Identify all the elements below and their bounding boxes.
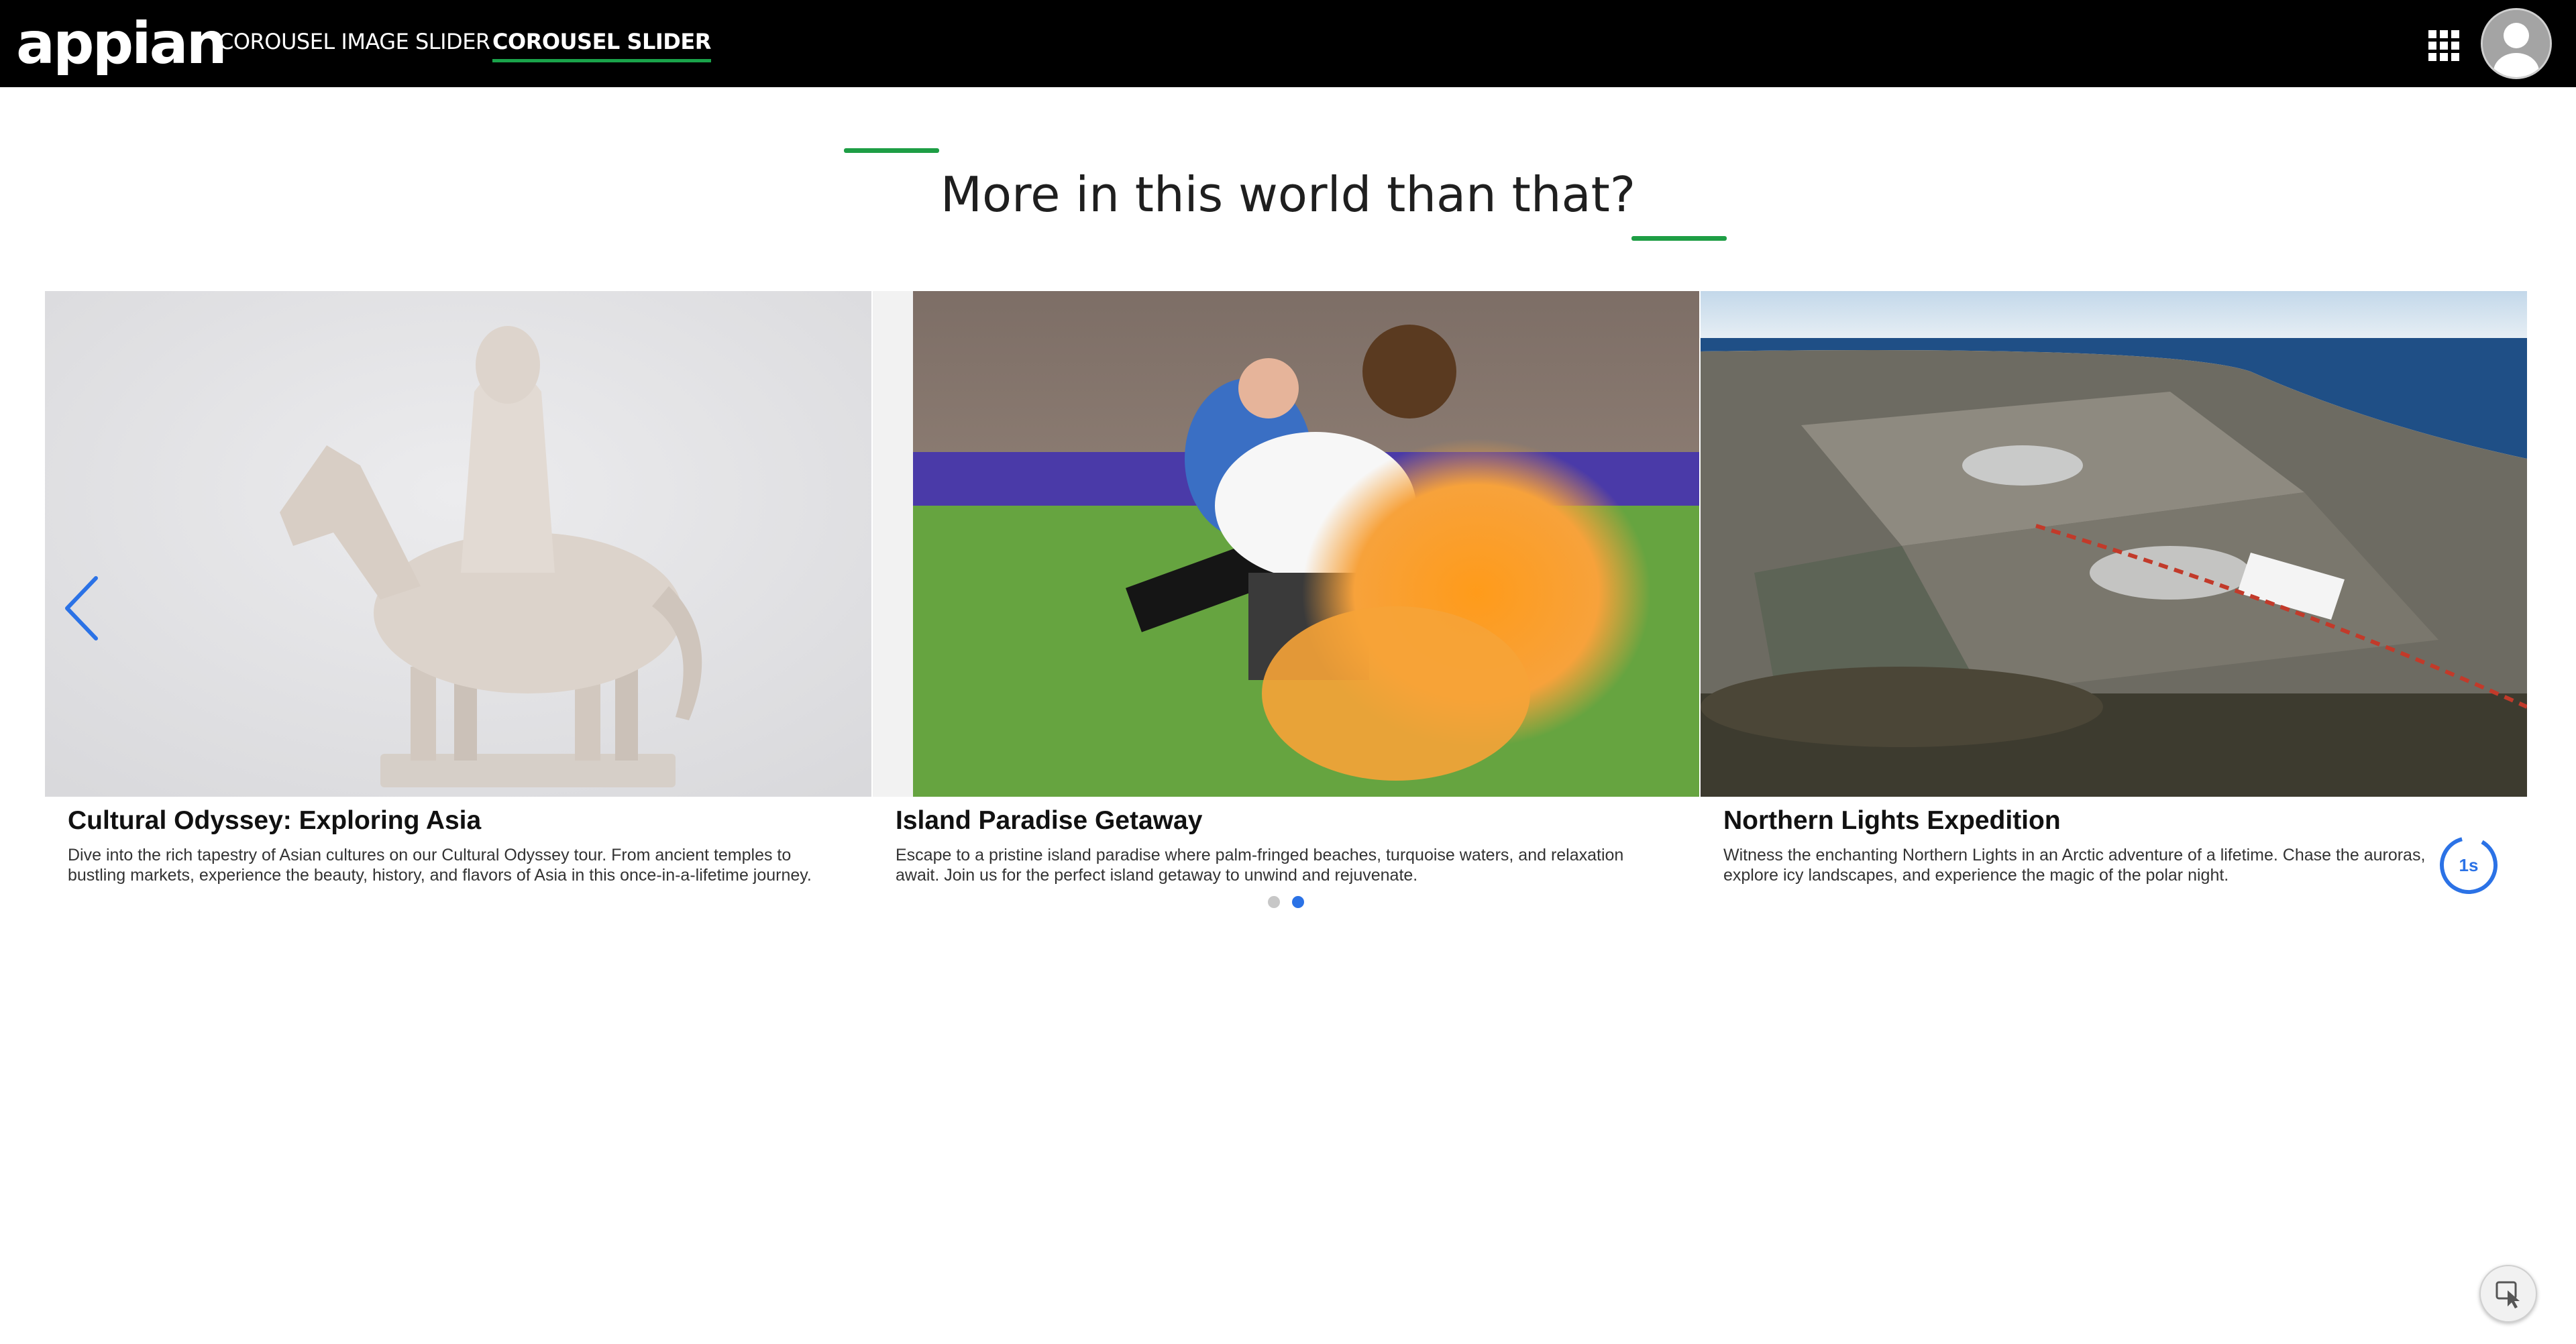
top-navigation-bar: appian COROUSEL IMAGE SLIDER COROUSEL SL… (0, 0, 2576, 87)
grid-apps-icon[interactable] (2428, 30, 2459, 61)
page-title: More in this world than that? (940, 166, 1636, 223)
pagination-dot[interactable] (1268, 896, 1280, 908)
tab-corousel-slider[interactable]: COROUSEL SLIDER (492, 0, 711, 87)
slide-description: Escape to a pristine island paradise whe… (896, 846, 1624, 885)
chevron-left-icon[interactable] (59, 571, 106, 645)
slide-image-figurine (45, 291, 871, 797)
title-accent-line-top (844, 148, 939, 153)
slide-title: Island Paradise Getaway (896, 806, 1203, 835)
slide-image-cricket-field (873, 291, 1699, 797)
autoplay-timer[interactable]: 1s (2438, 834, 2500, 896)
carousel-slide[interactable]: Island Paradise Getaway Escape to a pris… (873, 291, 1699, 885)
appian-logo[interactable]: appian (16, 7, 227, 80)
cursor-select-icon[interactable] (2479, 1265, 2537, 1323)
carousel-slide[interactable]: Northern Lights Expedition Witness the e… (1701, 291, 2527, 885)
slide-image-aerial-site (1701, 291, 2527, 797)
slide-description: Witness the enchanting Northern Lights i… (1723, 846, 2426, 885)
slide-title: Northern Lights Expedition (1723, 806, 2061, 835)
carousel-slide[interactable]: Cultural Odyssey: Exploring Asia Dive in… (45, 291, 871, 885)
tab-corousel-image-slider[interactable]: COROUSEL IMAGE SLIDER (219, 0, 490, 87)
user-avatar-icon[interactable] (2481, 8, 2552, 79)
slide-description: Dive into the rich tapestry of Asian cul… (68, 846, 812, 885)
slide-title: Cultural Odyssey: Exploring Asia (68, 806, 482, 835)
title-accent-line-bottom (1631, 236, 1727, 241)
pagination-dot-active[interactable] (1292, 896, 1304, 908)
timer-label: 1s (2459, 855, 2479, 875)
